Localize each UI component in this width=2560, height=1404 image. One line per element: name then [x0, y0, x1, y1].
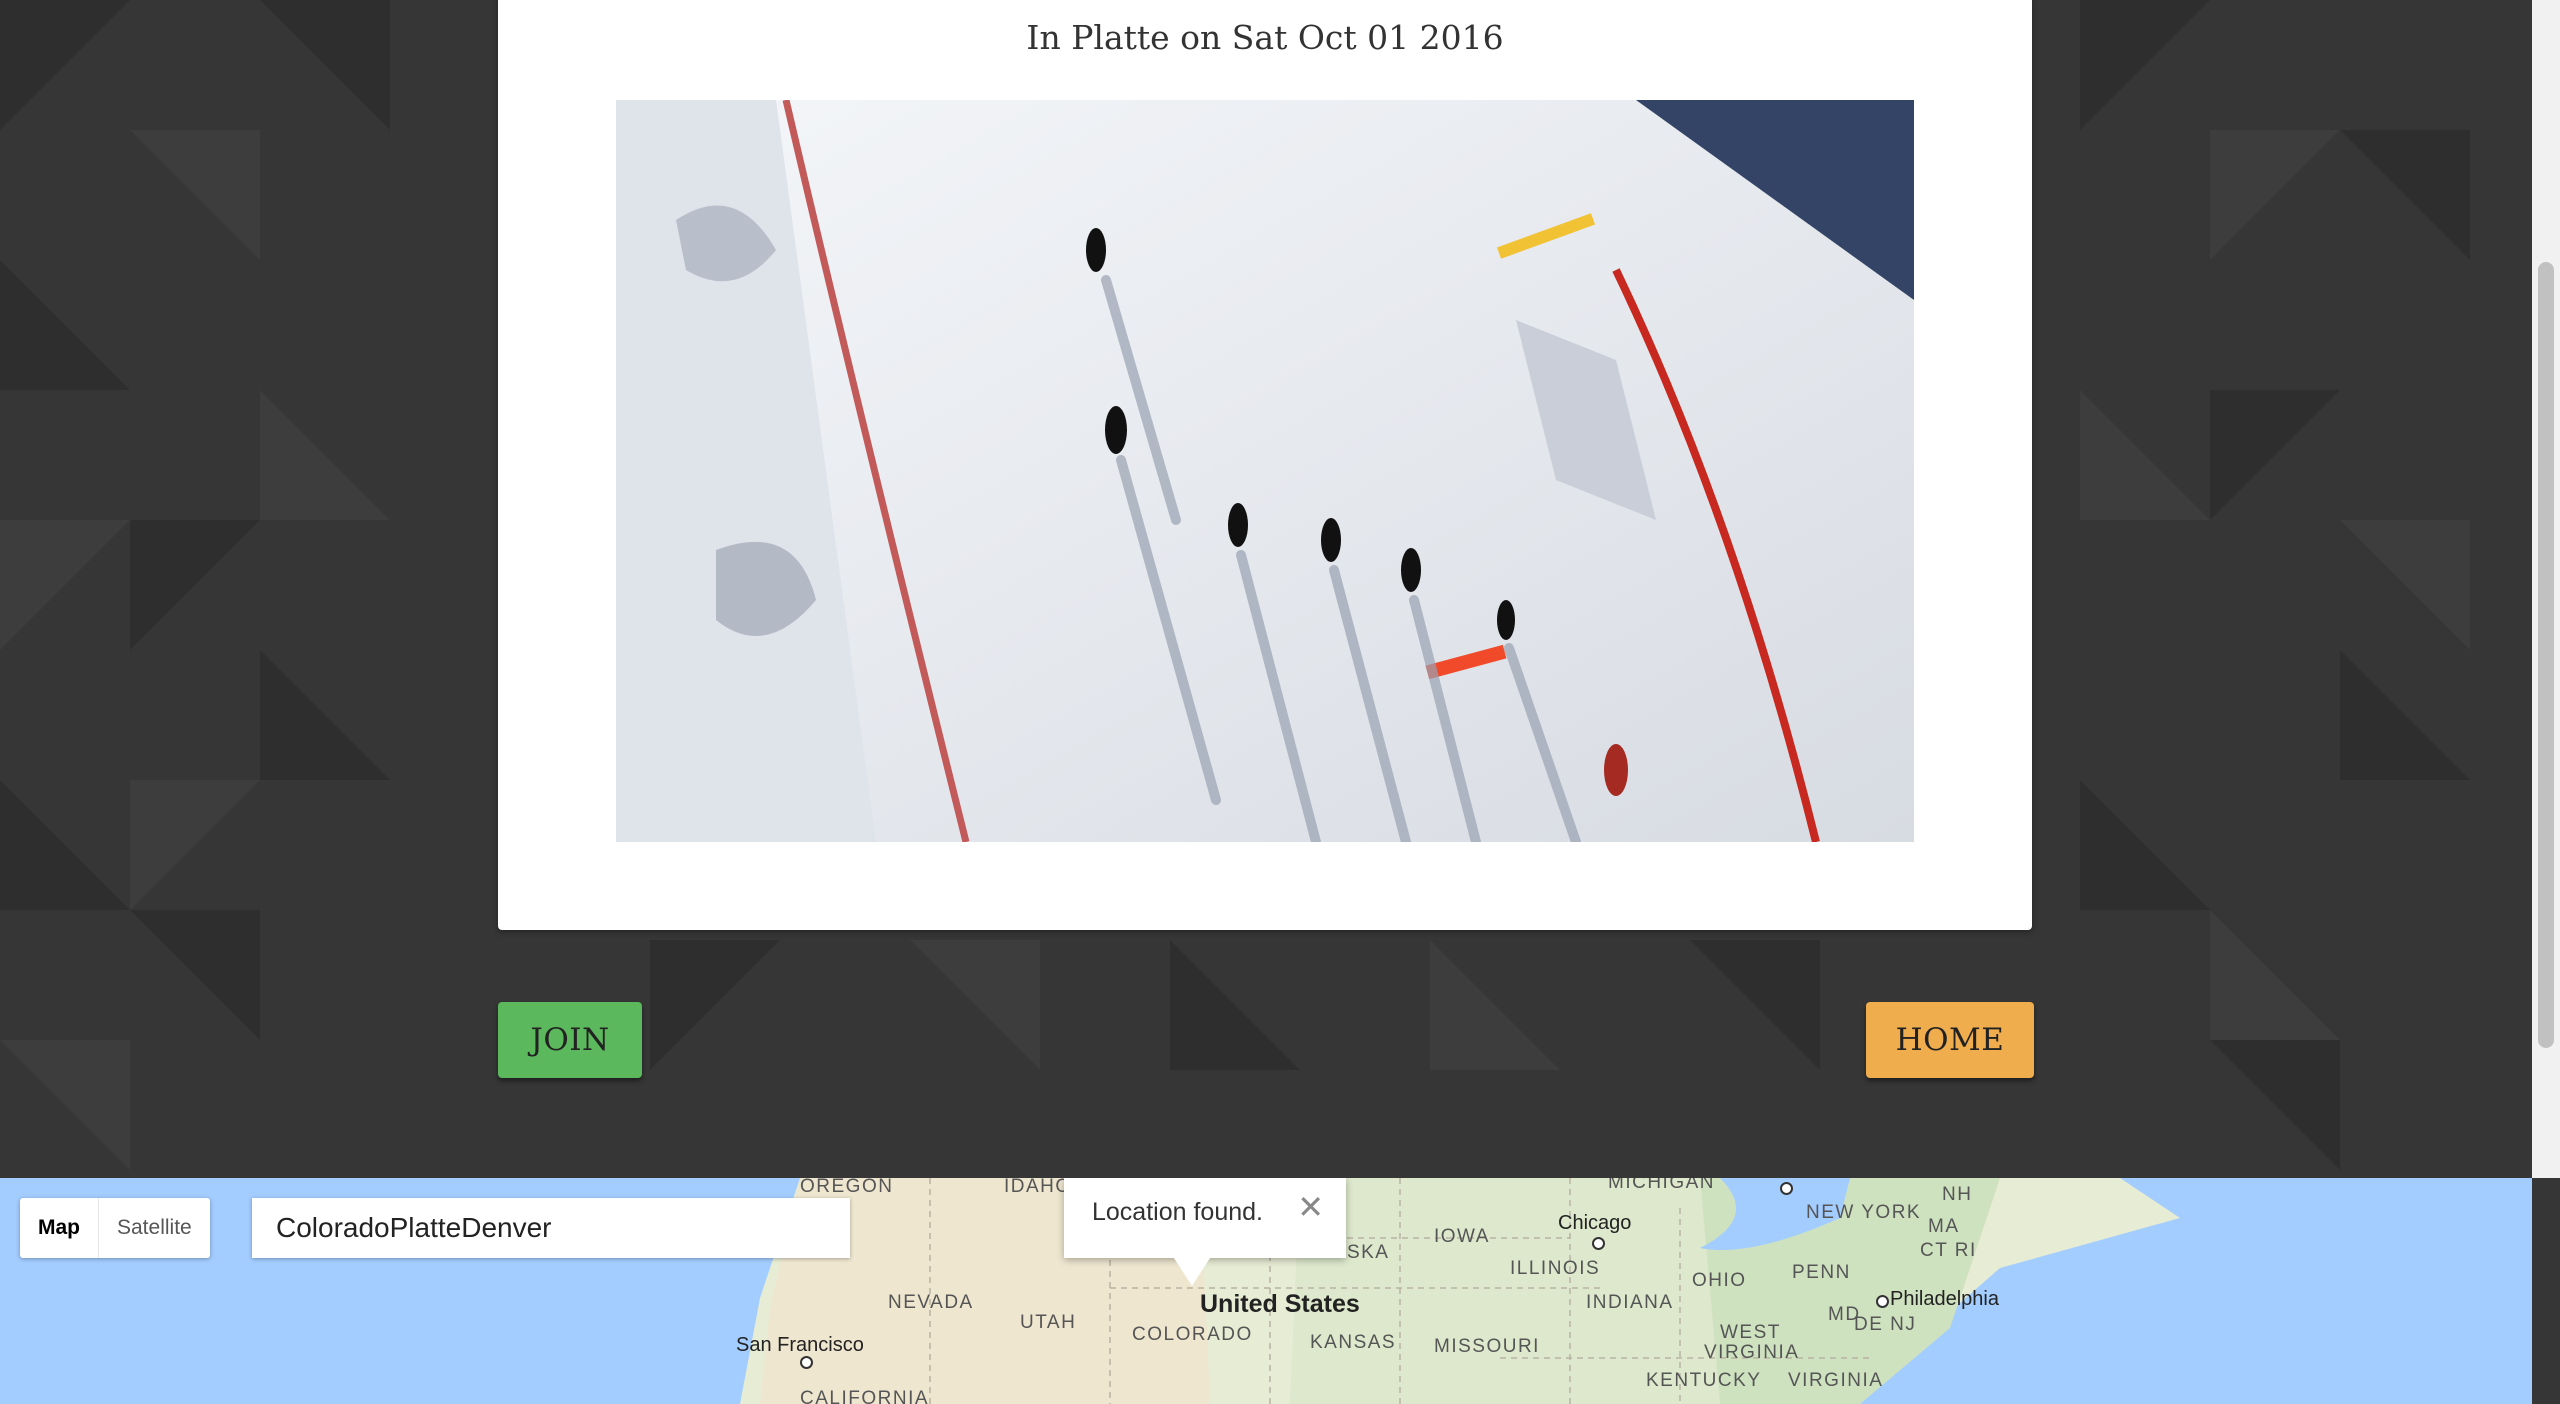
map-label: IOWA [1434, 1226, 1490, 1247]
city-marker [1876, 1295, 1889, 1308]
map-label-city: San Francisco [736, 1334, 864, 1356]
map-label: IDAHO [1004, 1178, 1072, 1197]
map-label: UTAH [1020, 1312, 1077, 1333]
map-type-satellite-button[interactable]: Satellite [99, 1198, 210, 1258]
home-button[interactable]: HOME [1866, 1002, 2034, 1078]
city-marker [1780, 1182, 1793, 1195]
close-icon[interactable]: ✕ [1297, 1188, 1324, 1226]
map-label-city: Chicago [1558, 1212, 1632, 1234]
map-label: VIRGINIA [1788, 1370, 1884, 1391]
map-label: MISSOURI [1434, 1336, 1540, 1357]
infowindow-pointer [1174, 1258, 1210, 1286]
map-label: COLORADO [1132, 1324, 1253, 1345]
page-scrollbar[interactable] [2532, 0, 2560, 1178]
map-label: CALIFORNIA [800, 1388, 930, 1404]
map-label: ILLINOIS [1510, 1258, 1601, 1279]
map-label: PENN [1792, 1262, 1851, 1283]
map-label: VIRGINIA [1704, 1342, 1800, 1363]
map-label: NH [1942, 1184, 1973, 1205]
map-label-country: United States [1200, 1290, 1360, 1318]
map-label: DE NJ [1854, 1314, 1917, 1335]
map-label: CT RI [1920, 1240, 1977, 1261]
ski-slope-photo [616, 100, 1914, 842]
map-type-map-button[interactable]: Map [20, 1198, 99, 1258]
map-view[interactable]: OREGON IDAHO MICHIGAN NH IOWA Chicago NE… [0, 1178, 2532, 1404]
city-marker [1592, 1237, 1605, 1250]
join-button[interactable]: JOIN [498, 1002, 642, 1078]
map-label: WEST [1720, 1322, 1781, 1343]
scrollbar-thumb[interactable] [2538, 262, 2554, 1048]
map-label: NEVADA [888, 1292, 974, 1313]
map-label: INDIANA [1586, 1292, 1674, 1313]
map-label-city: Philadelphia [1890, 1288, 1999, 1310]
map-label: OHIO [1692, 1270, 1747, 1291]
map-label: NEW YORK [1806, 1202, 1922, 1223]
infowindow-message: Location found. [1092, 1198, 1263, 1226]
map-label: KENTUCKY [1646, 1370, 1762, 1391]
map-label: OREGON [800, 1178, 894, 1197]
map-type-control: Map Satellite [20, 1198, 210, 1258]
city-marker [800, 1356, 813, 1369]
post-title: In Platte on Sat Oct 01 2016 [1026, 18, 1504, 57]
map-label: MICHIGAN [1608, 1178, 1715, 1193]
location-search-input[interactable] [252, 1198, 850, 1258]
map-label: KANSAS [1310, 1332, 1397, 1353]
location-infowindow: Location found. ✕ [1064, 1178, 1346, 1286]
map-label: MA [1928, 1216, 1960, 1237]
